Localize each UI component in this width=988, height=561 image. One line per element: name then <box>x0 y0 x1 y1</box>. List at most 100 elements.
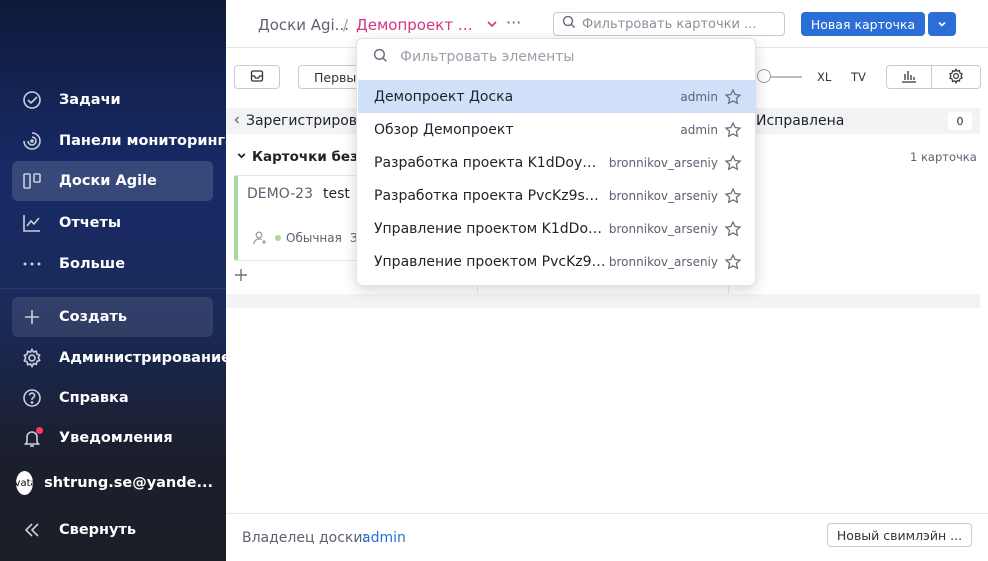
star-icon[interactable] <box>724 87 742 106</box>
dropdown-search-input[interactable] <box>400 49 720 65</box>
sidebar-item-administration[interactable]: Администрирование <box>12 338 231 378</box>
size-tv-option[interactable]: TV <box>851 70 866 84</box>
sidebar-item-notifications[interactable]: Уведомления <box>12 418 213 458</box>
slider-handle[interactable] <box>757 69 771 83</box>
inbox-button[interactable] <box>234 65 280 89</box>
star-icon[interactable] <box>724 153 742 172</box>
gear-icon <box>22 348 42 368</box>
sidebar-item-more[interactable]: Больше <box>12 244 213 284</box>
board-option[interactable]: Управление проектом K1dDoym... bronnikov… <box>358 212 756 245</box>
swimlane-count: 1 карточка <box>910 150 977 164</box>
size-xl-option[interactable]: XL <box>817 70 831 84</box>
breadcrumb-separator: / <box>343 16 349 34</box>
search-input[interactable] <box>582 16 772 32</box>
swimlane-bottom <box>226 294 980 308</box>
chart-icon <box>22 213 42 233</box>
search-icon <box>373 48 388 67</box>
board-option-owner: admin <box>680 122 718 137</box>
owner-label: Владелец доски: <box>242 530 368 546</box>
board-card[interactable]: DEMO-23 test Обычная З <box>234 175 358 261</box>
column-title: Исправлена <box>756 113 845 129</box>
sidebar-item-label: Справка <box>59 390 129 406</box>
chevron-down-icon <box>937 17 947 32</box>
card-title: test <box>323 186 350 202</box>
swimlane-title: Карточки без к <box>252 149 372 165</box>
board-option-name: Управление проектом K1dDoym... <box>374 220 606 237</box>
board-option[interactable]: Разработка проекта PvcKz9sRAv bronnikov_… <box>358 179 756 212</box>
board-option[interactable]: Демопроект Доска admin <box>358 80 756 113</box>
new-card-button[interactable]: Новая карточка <box>801 12 925 36</box>
priority-dot <box>275 235 281 241</box>
card-priority[interactable]: Обычная <box>286 231 342 245</box>
sidebar-item-label: Больше <box>59 256 126 272</box>
sidebar-item-dashboards[interactable]: Панели мониторинга <box>12 121 235 161</box>
notification-dot <box>36 427 43 434</box>
inbox-icon <box>250 69 264 86</box>
avatar: avatar <box>16 471 34 495</box>
dropdown-search[interactable] <box>357 39 755 75</box>
sidebar-item-label: Доски Agile <box>59 173 157 189</box>
card-id[interactable]: DEMO-23 <box>247 186 313 202</box>
board-option[interactable]: Управление проектом PvcKz9sR... bronniko… <box>358 245 756 278</box>
chevron-down-icon[interactable] <box>486 18 498 34</box>
plus-icon <box>22 307 42 327</box>
sidebar: Задачи Панели мониторинга Доски Agile От… <box>0 0 235 561</box>
board-footer: Владелец доски: admin Новый свимлэйн ... <box>226 513 988 561</box>
create-button[interactable]: Создать <box>12 297 213 337</box>
board-option-owner: bronnikov_arseniy <box>608 155 718 170</box>
sidebar-item-agile-boards[interactable]: Доски Agile <box>12 161 213 201</box>
board-option-name: Разработка проекта PvcKz9sRAv <box>374 187 606 204</box>
chevron-left-icon <box>232 113 242 129</box>
card-size-slider[interactable] <box>757 69 802 85</box>
user-label: shtrung.se@yande... <box>44 475 213 491</box>
more-icon <box>22 254 42 274</box>
board-option-owner: bronnikov_arseniy <box>608 188 718 203</box>
check-circle-icon <box>22 90 42 110</box>
sidebar-item-label: Отчеты <box>59 215 122 231</box>
star-icon[interactable] <box>724 219 742 238</box>
column-header-fixed[interactable]: Исправлена 0 <box>744 108 980 134</box>
help-icon <box>22 388 42 408</box>
breadcrumb-current[interactable]: Демопроект Доска <box>356 16 478 34</box>
agile-board-icon <box>22 171 42 191</box>
double-chevron-left-icon <box>22 520 42 540</box>
add-card-button[interactable] <box>234 268 248 286</box>
chevron-down-icon <box>236 149 247 165</box>
assign-user-icon[interactable] <box>252 230 268 250</box>
search-icon <box>562 15 576 33</box>
bell-icon <box>22 427 43 448</box>
sidebar-item-help[interactable]: Справка <box>12 378 213 418</box>
breadcrumb-parent[interactable]: Доски Agi... <box>258 16 349 34</box>
bar-chart-icon <box>901 69 917 86</box>
board-option-name: Демопроект Доска <box>374 88 514 105</box>
sidebar-item-label: Администрирование <box>59 350 231 366</box>
sidebar-item-label: Панели мониторинга <box>59 133 235 149</box>
owner-link[interactable]: admin <box>362 530 406 546</box>
card-filter-search[interactable] <box>553 12 785 36</box>
swimlane-header[interactable]: Карточки без к <box>236 149 372 165</box>
board-settings-button[interactable] <box>931 65 981 89</box>
star-icon[interactable] <box>724 252 742 271</box>
board-option-name: Обзор Демопроект <box>374 121 514 138</box>
star-icon[interactable] <box>724 186 742 205</box>
sidebar-divider <box>0 288 226 289</box>
collapse-label: Свернуть <box>59 522 137 538</box>
board-option[interactable]: Разработка проекта K1dDoymwre bronnikov_… <box>358 146 756 179</box>
board-option[interactable]: Обзор Демопроект admin <box>358 113 756 146</box>
new-card-menu-button[interactable] <box>928 12 956 36</box>
sidebar-item-tasks[interactable]: Задачи <box>12 80 213 120</box>
board-option-owner: bronnikov_arseniy <box>608 221 718 236</box>
board-switcher-dropdown: Демопроект Доска admin Обзор Демопроект … <box>356 38 756 286</box>
chart-button[interactable] <box>886 65 932 89</box>
more-actions-button[interactable]: ··· <box>506 13 521 32</box>
collapse-button[interactable]: Свернуть <box>12 510 213 550</box>
new-swimlane-button[interactable]: Новый свимлэйн ... <box>827 523 972 547</box>
column-divider <box>477 286 478 294</box>
star-icon[interactable] <box>724 120 742 139</box>
sidebar-item-reports[interactable]: Отчеты <box>12 203 213 243</box>
sidebar-item-label: Уведомления <box>59 430 173 446</box>
user-profile[interactable]: avatar shtrung.se@yande... <box>12 463 213 503</box>
column-divider <box>728 286 729 294</box>
board-option-owner: bronnikov_arseniy <box>608 254 718 269</box>
create-label: Создать <box>59 309 128 325</box>
